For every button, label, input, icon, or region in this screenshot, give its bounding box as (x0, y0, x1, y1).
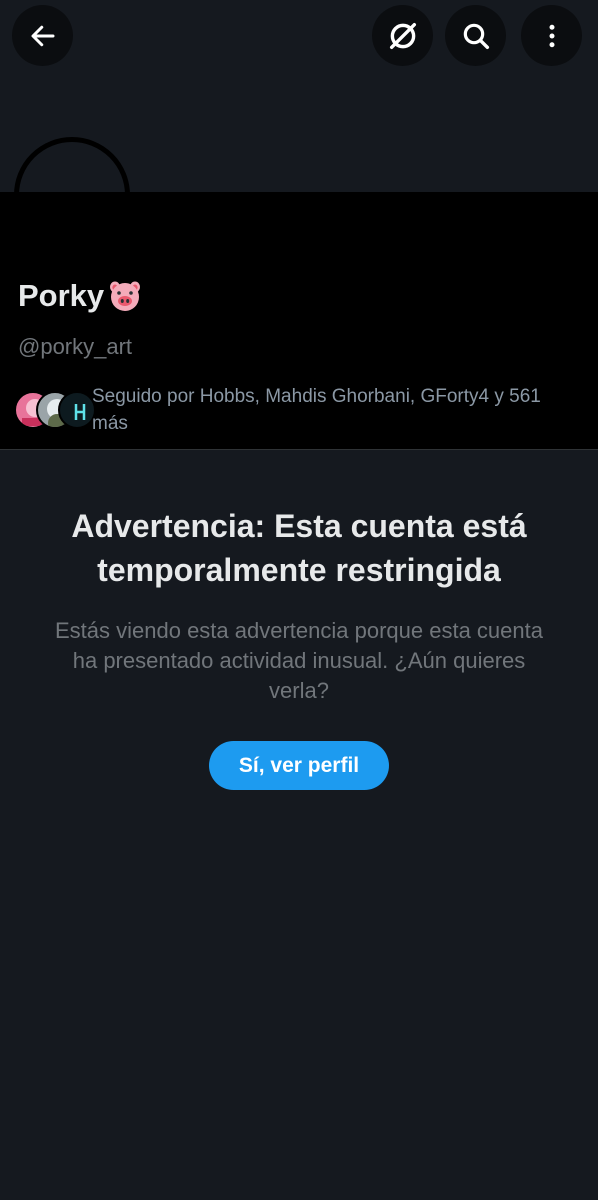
grok-button[interactable] (372, 5, 433, 66)
divider (0, 449, 598, 450)
arrow-left-icon (31, 25, 54, 46)
search-button[interactable] (445, 5, 506, 66)
warning-title: Advertencia: Esta cuenta está temporalme… (71, 508, 527, 588)
more-options-button[interactable] (521, 5, 582, 66)
slash-circle-icon (389, 22, 416, 49)
back-button[interactable] (12, 5, 73, 66)
pig-face-icon (107, 278, 143, 314)
profile-handle: @porky_art (18, 334, 133, 359)
more-vertical-icon (549, 24, 554, 47)
display-name: Porky (18, 278, 105, 313)
view-profile-button[interactable]: Sí, ver perfil (209, 741, 389, 790)
warning-body: Estás viendo esta advertencia porque est… (55, 618, 543, 703)
followed-by-text: Seguido por Hobbs, Mahdis Ghorbani, GFor… (92, 386, 541, 434)
profile-name-row: Porky (18, 278, 143, 314)
avatar[interactable] (14, 137, 130, 253)
follower-avatar (58, 391, 96, 429)
search-icon (463, 23, 489, 49)
